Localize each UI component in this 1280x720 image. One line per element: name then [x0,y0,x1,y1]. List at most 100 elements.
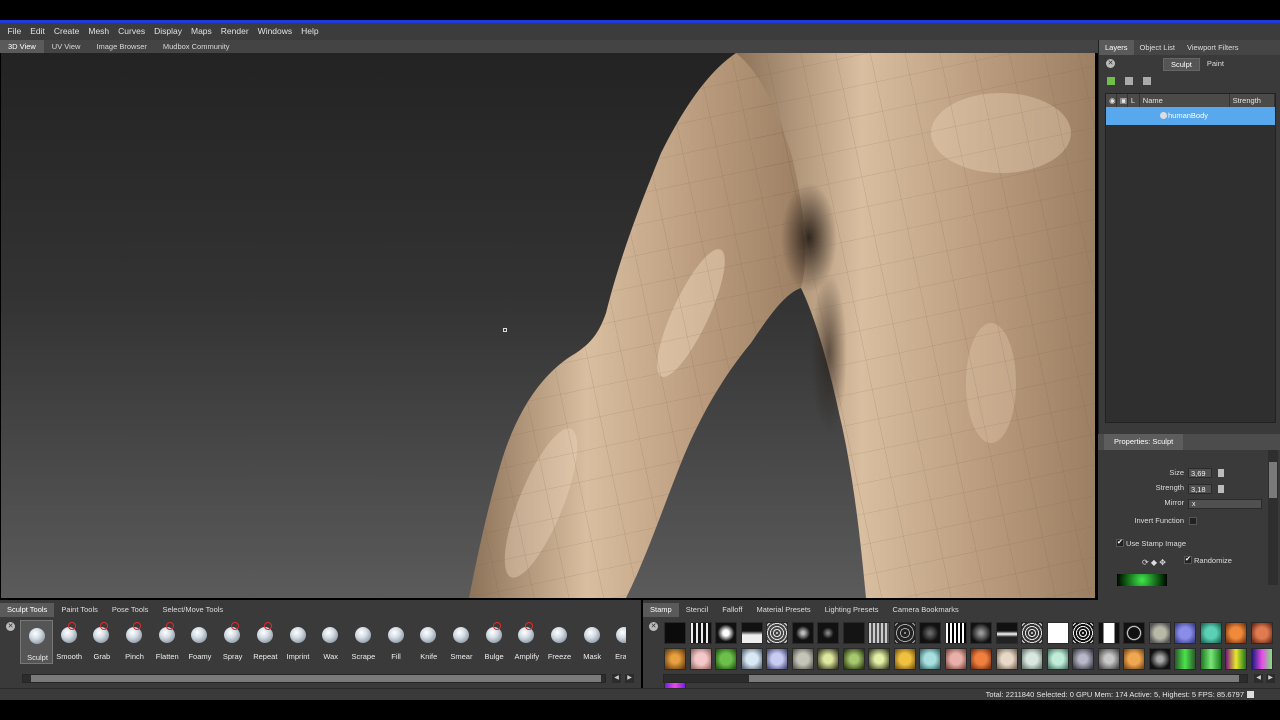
scroll-left-icon[interactable]: ◀ [612,674,621,683]
stamp-item[interactable] [1046,622,1069,644]
stamp-item[interactable] [893,648,916,670]
tab-sculpt-layers[interactable]: Sculpt [1163,58,1200,71]
tab-sculpt-tools[interactable]: Sculpt Tools [0,603,55,617]
menu-maps[interactable]: Maps [186,23,216,40]
stamp-item[interactable] [817,622,839,644]
tool-smooth[interactable]: Smooth [53,620,86,664]
tab-falloff[interactable]: Falloff [715,603,749,617]
tab-select-move-tools[interactable]: Select/Move Tools [155,603,230,617]
stamp-item[interactable] [995,648,1018,670]
scrollbar-thumb[interactable] [1269,462,1277,498]
tool-erase[interactable]: Erase [608,620,627,664]
stamp-item[interactable] [842,648,865,670]
mirror-dropdown[interactable]: x [1188,499,1262,509]
tab-3d-view[interactable]: 3D View [0,40,44,53]
stamp-item[interactable] [944,648,967,670]
stamp-item[interactable] [1072,648,1094,670]
tab-layers[interactable]: Layers [1099,40,1134,55]
stamp-item[interactable] [664,622,686,644]
stamp-item[interactable] [1097,622,1120,644]
stamp-item[interactable] [664,648,686,670]
close-icon[interactable]: ✕ [1106,59,1115,68]
stamp-item[interactable] [1225,622,1247,644]
tab-camera-bookmarks[interactable]: Camera Bookmarks [885,603,965,617]
stamp-item[interactable] [689,622,712,644]
stamp-item[interactable] [944,622,967,644]
tool-bulge[interactable]: Bulge [478,620,511,664]
tool-wax[interactable]: Wax [314,620,347,664]
stamp-rotate-icon[interactable]: ⟳ ◆ ✥ [1142,558,1166,567]
stamp-item[interactable] [817,648,839,670]
tab-paint-layers[interactable]: Paint [1200,58,1231,71]
stamp-item[interactable] [740,648,763,670]
close-icon[interactable]: ✕ [6,622,15,631]
tab-pose-tools[interactable]: Pose Tools [105,603,156,617]
tool-freeze[interactable]: Freeze [543,620,576,664]
stamp-tray-scrollbar[interactable] [663,674,1248,683]
stamp-item[interactable] [868,648,890,670]
tab-stamp[interactable]: Stamp [643,603,679,617]
stamp-item[interactable] [791,648,814,670]
stamp-item[interactable] [766,622,788,644]
menu-help[interactable]: Help [297,23,323,40]
stamp-item[interactable] [842,622,865,644]
stamp-item[interactable] [1072,622,1094,644]
use-stamp-checkbox[interactable] [1116,538,1124,547]
tool-knife[interactable]: Knife [412,620,445,664]
scroll-left-icon[interactable]: ◀ [1254,674,1263,683]
tab-mudbox-community[interactable]: Mudbox Community [155,40,238,53]
stamp-item[interactable] [1250,648,1273,670]
menu-edit[interactable]: Edit [26,23,50,40]
tool-smear[interactable]: Smear [445,620,478,664]
stamp-item[interactable] [715,648,737,670]
stamp-item[interactable] [995,622,1018,644]
scrollbar-thumb[interactable] [31,675,601,682]
tool-tray-scrollbar[interactable] [22,674,606,683]
layer-row[interactable]: humanBody [1106,107,1275,125]
stamp-item[interactable] [1097,648,1120,670]
tab-stencil[interactable]: Stencil [679,603,716,617]
strength-slider[interactable] [1218,485,1224,493]
tab-viewport-filters[interactable]: Viewport Filters [1181,40,1245,55]
tool-imprint[interactable]: Imprint [282,620,315,664]
close-icon[interactable]: ✕ [649,622,658,631]
tool-fill[interactable]: Fill [380,620,413,664]
tool-pinch[interactable]: Pinch [118,620,151,664]
stamp-item[interactable] [689,648,712,670]
stamp-item[interactable] [1148,648,1171,670]
properties-scrollbar[interactable] [1268,450,1278,585]
stamp-image-thumbnail[interactable] [1117,574,1167,586]
stamp-item[interactable] [1021,622,1043,644]
invert-function-checkbox[interactable] [1189,517,1197,525]
column-name[interactable]: Name [1140,94,1230,107]
stamp-item[interactable] [970,648,992,670]
stamp-item[interactable] [1225,648,1247,670]
tab-uv-view[interactable]: UV View [44,40,89,53]
stamp-item[interactable] [1199,622,1222,644]
tab-paint-tools[interactable]: Paint Tools [54,603,105,617]
menu-create[interactable]: Create [49,23,84,40]
stamp-item[interactable] [1123,622,1145,644]
stamp-item[interactable] [1250,622,1273,644]
tool-grab[interactable]: Grab [85,620,118,664]
tool-amplify[interactable]: Amplify [510,620,543,664]
tool-mask[interactable]: Mask [576,620,609,664]
randomize-checkbox[interactable] [1184,555,1192,564]
tab-image-browser[interactable]: Image Browser [88,40,154,53]
stamp-item[interactable] [1123,648,1145,670]
properties-title[interactable]: Properties: Sculpt [1104,434,1184,450]
menu-curves[interactable]: Curves [114,23,150,40]
layer-options-icon[interactable] [1143,77,1151,85]
size-slider[interactable] [1218,469,1224,477]
stamp-item[interactable] [1046,648,1069,670]
3d-viewport[interactable] [1,53,1095,598]
menu-mesh[interactable]: Mesh [84,23,114,40]
tool-spray[interactable]: Spray [216,620,249,664]
stamp-item[interactable] [970,622,992,644]
stamp-item[interactable] [868,622,890,644]
delete-layer-icon[interactable] [1125,77,1133,85]
tab-lighting-presets[interactable]: Lighting Presets [818,603,886,617]
stamp-item[interactable] [919,622,941,644]
strength-field[interactable]: 3,18 [1188,484,1212,494]
stamp-item[interactable] [1148,622,1171,644]
